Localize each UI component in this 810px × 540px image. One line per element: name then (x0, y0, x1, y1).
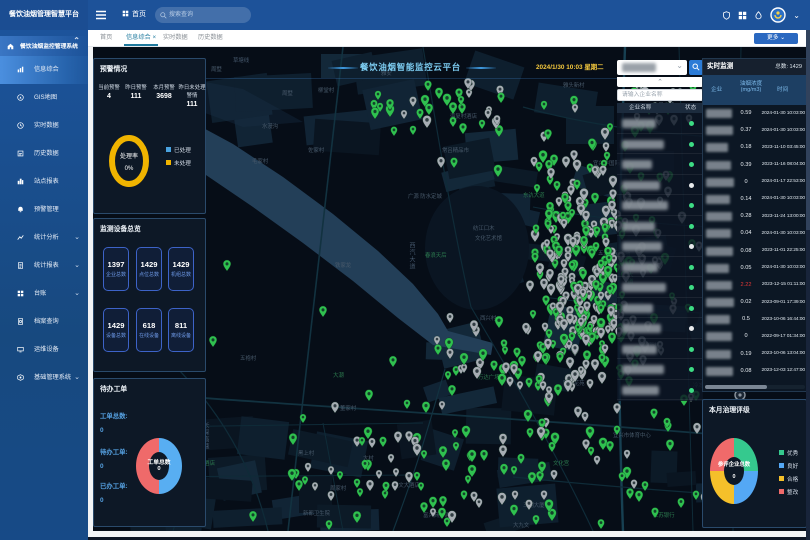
svg-text:广源 防水定城: 广源 防水定城 (408, 192, 442, 200)
svg-text:万达广场: 万达广场 (478, 373, 500, 381)
svg-text:纺江口木: 纺江口木 (473, 224, 495, 232)
svg-text:周墅: 周墅 (211, 65, 222, 73)
svg-text:黑上村: 黑上村 (298, 449, 315, 457)
svg-text:大潮: 大潮 (333, 371, 344, 379)
svg-text:文化宫: 文化宫 (553, 459, 569, 467)
svg-text:大九文: 大九文 (513, 521, 530, 529)
svg-text:铁家龙: 铁家龙 (335, 261, 352, 269)
svg-text:水漫沟: 水漫沟 (262, 122, 278, 130)
svg-text:柳堂村: 柳堂村 (318, 86, 335, 94)
svg-text:周家村: 周家村 (330, 484, 347, 492)
svg-text:东氿大道: 东氿大道 (523, 191, 545, 199)
svg-text:草塘线: 草塘线 (233, 56, 250, 64)
svg-text:西汽大道: 西汽大道 (408, 242, 415, 270)
svg-text:文化艺术馆: 文化艺术馆 (475, 234, 503, 242)
svg-text:雅头新村: 雅头新村 (563, 81, 585, 89)
svg-text:佐家村: 佐家村 (308, 146, 325, 154)
svg-text:常吕精品市: 常吕精品市 (442, 146, 470, 154)
svg-text:新都卫生院: 新都卫生院 (303, 509, 331, 517)
svg-text:周墅: 周墅 (282, 89, 293, 97)
svg-text:毛家村: 毛家村 (252, 157, 269, 165)
svg-text:春浪天后: 春浪天后 (425, 251, 447, 259)
svg-text:西兴村: 西兴村 (480, 314, 497, 322)
svg-text:董家村: 董家村 (340, 404, 357, 412)
svg-text:五袍村: 五袍村 (240, 354, 257, 362)
